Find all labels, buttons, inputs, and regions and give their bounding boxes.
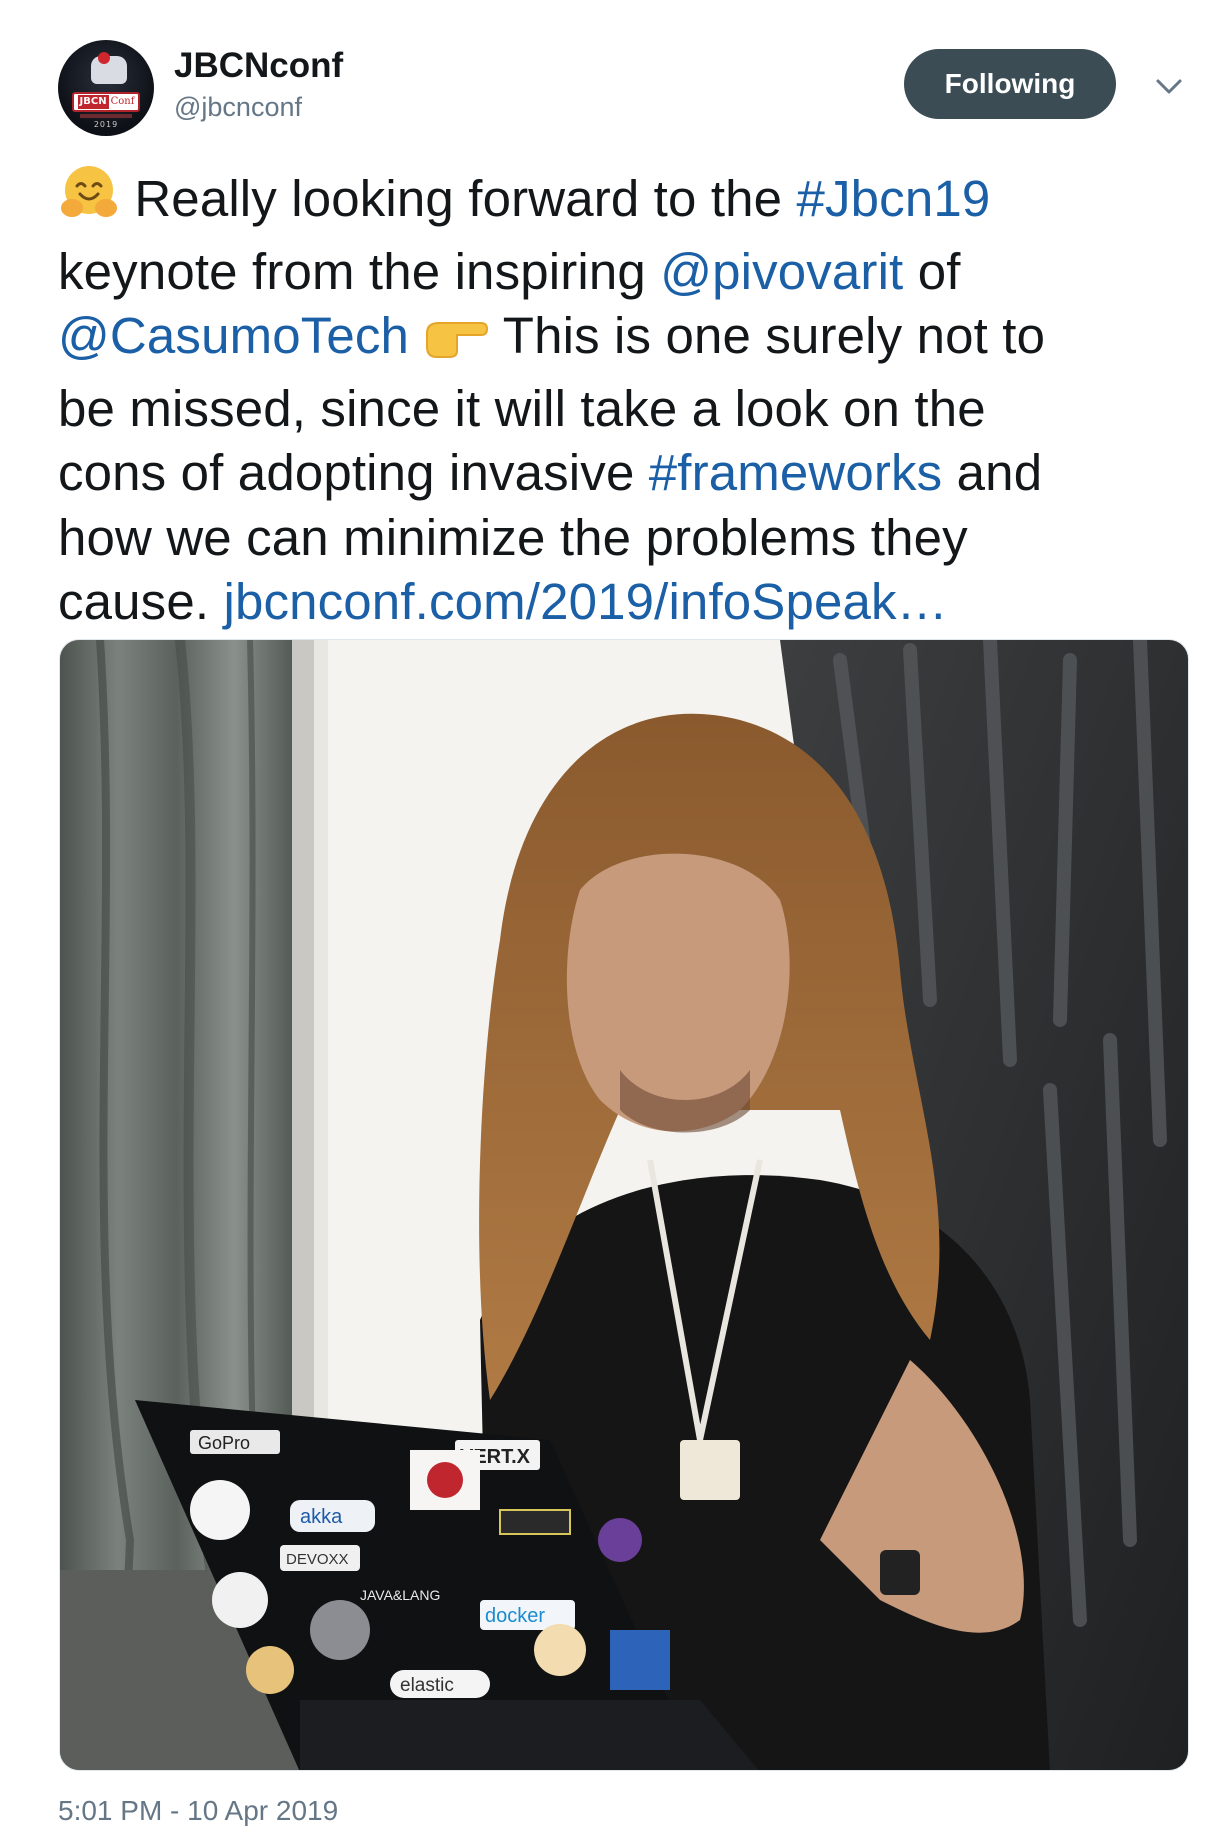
tweet-text: Really looking forward to the #Jbcn19 key… xyxy=(58,162,1168,635)
tweet-text-segment: how we can minimize the problems they xyxy=(58,508,968,566)
sticker-docker: docker xyxy=(485,1605,545,1627)
photo-illustration: GoPro VERT.X akka docker elastic JAVA&LA… xyxy=(60,640,1188,1770)
avatar-year: 2019 xyxy=(93,120,119,129)
avatar-robot-eye xyxy=(98,52,110,64)
display-name[interactable]: JBCNconf xyxy=(174,46,343,86)
hugging-face-emoji xyxy=(58,162,120,240)
hashtag-link[interactable]: #Jbcn19 xyxy=(797,170,991,227)
mention-link[interactable]: @pivovarit xyxy=(660,243,903,300)
chevron-down-icon[interactable] xyxy=(1154,74,1184,98)
user-handle[interactable]: @jbcnconf xyxy=(174,92,302,123)
url-link[interactable]: jbcnconf.com/2019/infoSpeak… xyxy=(223,573,947,630)
tweet-text-segment: of xyxy=(903,242,961,300)
mention-link[interactable]: @CasumoTech xyxy=(58,307,409,364)
following-button[interactable]: Following xyxy=(904,49,1116,119)
tweet-text-segment: cons of adopting invasive xyxy=(58,444,649,501)
tweet-text-segment: This is one surely not to xyxy=(489,307,1046,364)
tweet-card: JBCN Conf 2019 JBCNconf @jbcnconf Follow… xyxy=(0,0,1208,1836)
tweet-text-line: @CasumoTech This is one surely not to xyxy=(58,304,1168,377)
sticker-gopro: GoPro xyxy=(198,1433,250,1453)
tweet-text-segment: be missed, since it will take a look on … xyxy=(58,379,986,437)
tweet-text-segment: and xyxy=(942,444,1043,501)
sticker-javalang: JAVA&LANG xyxy=(360,1587,440,1603)
tweet-text-line: how we can minimize the problems they xyxy=(58,506,1168,571)
tweet-text-segment: keynote from the inspiring xyxy=(58,242,661,300)
hashtag-link[interactable]: #frameworks xyxy=(649,444,943,501)
tweet-text-segment xyxy=(409,307,423,364)
tweet-text-line: be missed, since it will take a look on … xyxy=(58,377,1168,442)
sticker-elastic: elastic xyxy=(400,1675,454,1696)
avatar-badge-right: Conf xyxy=(110,96,135,107)
tweet-timestamp[interactable]: 5:01 PM - 10 Apr 2019 xyxy=(58,1795,338,1827)
tweet-text-line: Really looking forward to the #Jbcn19 xyxy=(58,162,1168,240)
avatar-logo-badge: JBCN Conf xyxy=(72,92,140,112)
pointing-right-emoji xyxy=(423,311,489,377)
tweet-text-segment: Really looking forward to the xyxy=(120,170,797,227)
avatar[interactable]: JBCN Conf 2019 xyxy=(58,40,154,136)
avatar-badge-left: JBCN xyxy=(77,95,109,109)
tweet-text-segment: cause. xyxy=(58,573,224,630)
tweet-text-line: cause. jbcnconf.com/2019/infoSpeak… xyxy=(58,570,1168,635)
sticker-devoxx: DEVOXX xyxy=(286,1551,349,1568)
sticker-akka: akka xyxy=(300,1506,343,1528)
avatar-ribbon xyxy=(80,114,132,118)
tweet-text-line: cons of adopting invasive #frameworks an… xyxy=(58,441,1168,506)
tweet-photo[interactable]: GoPro VERT.X akka docker elastic JAVA&LA… xyxy=(59,639,1189,1771)
tweet-text-line: keynote from the inspiring @pivovarit of xyxy=(58,240,1168,305)
